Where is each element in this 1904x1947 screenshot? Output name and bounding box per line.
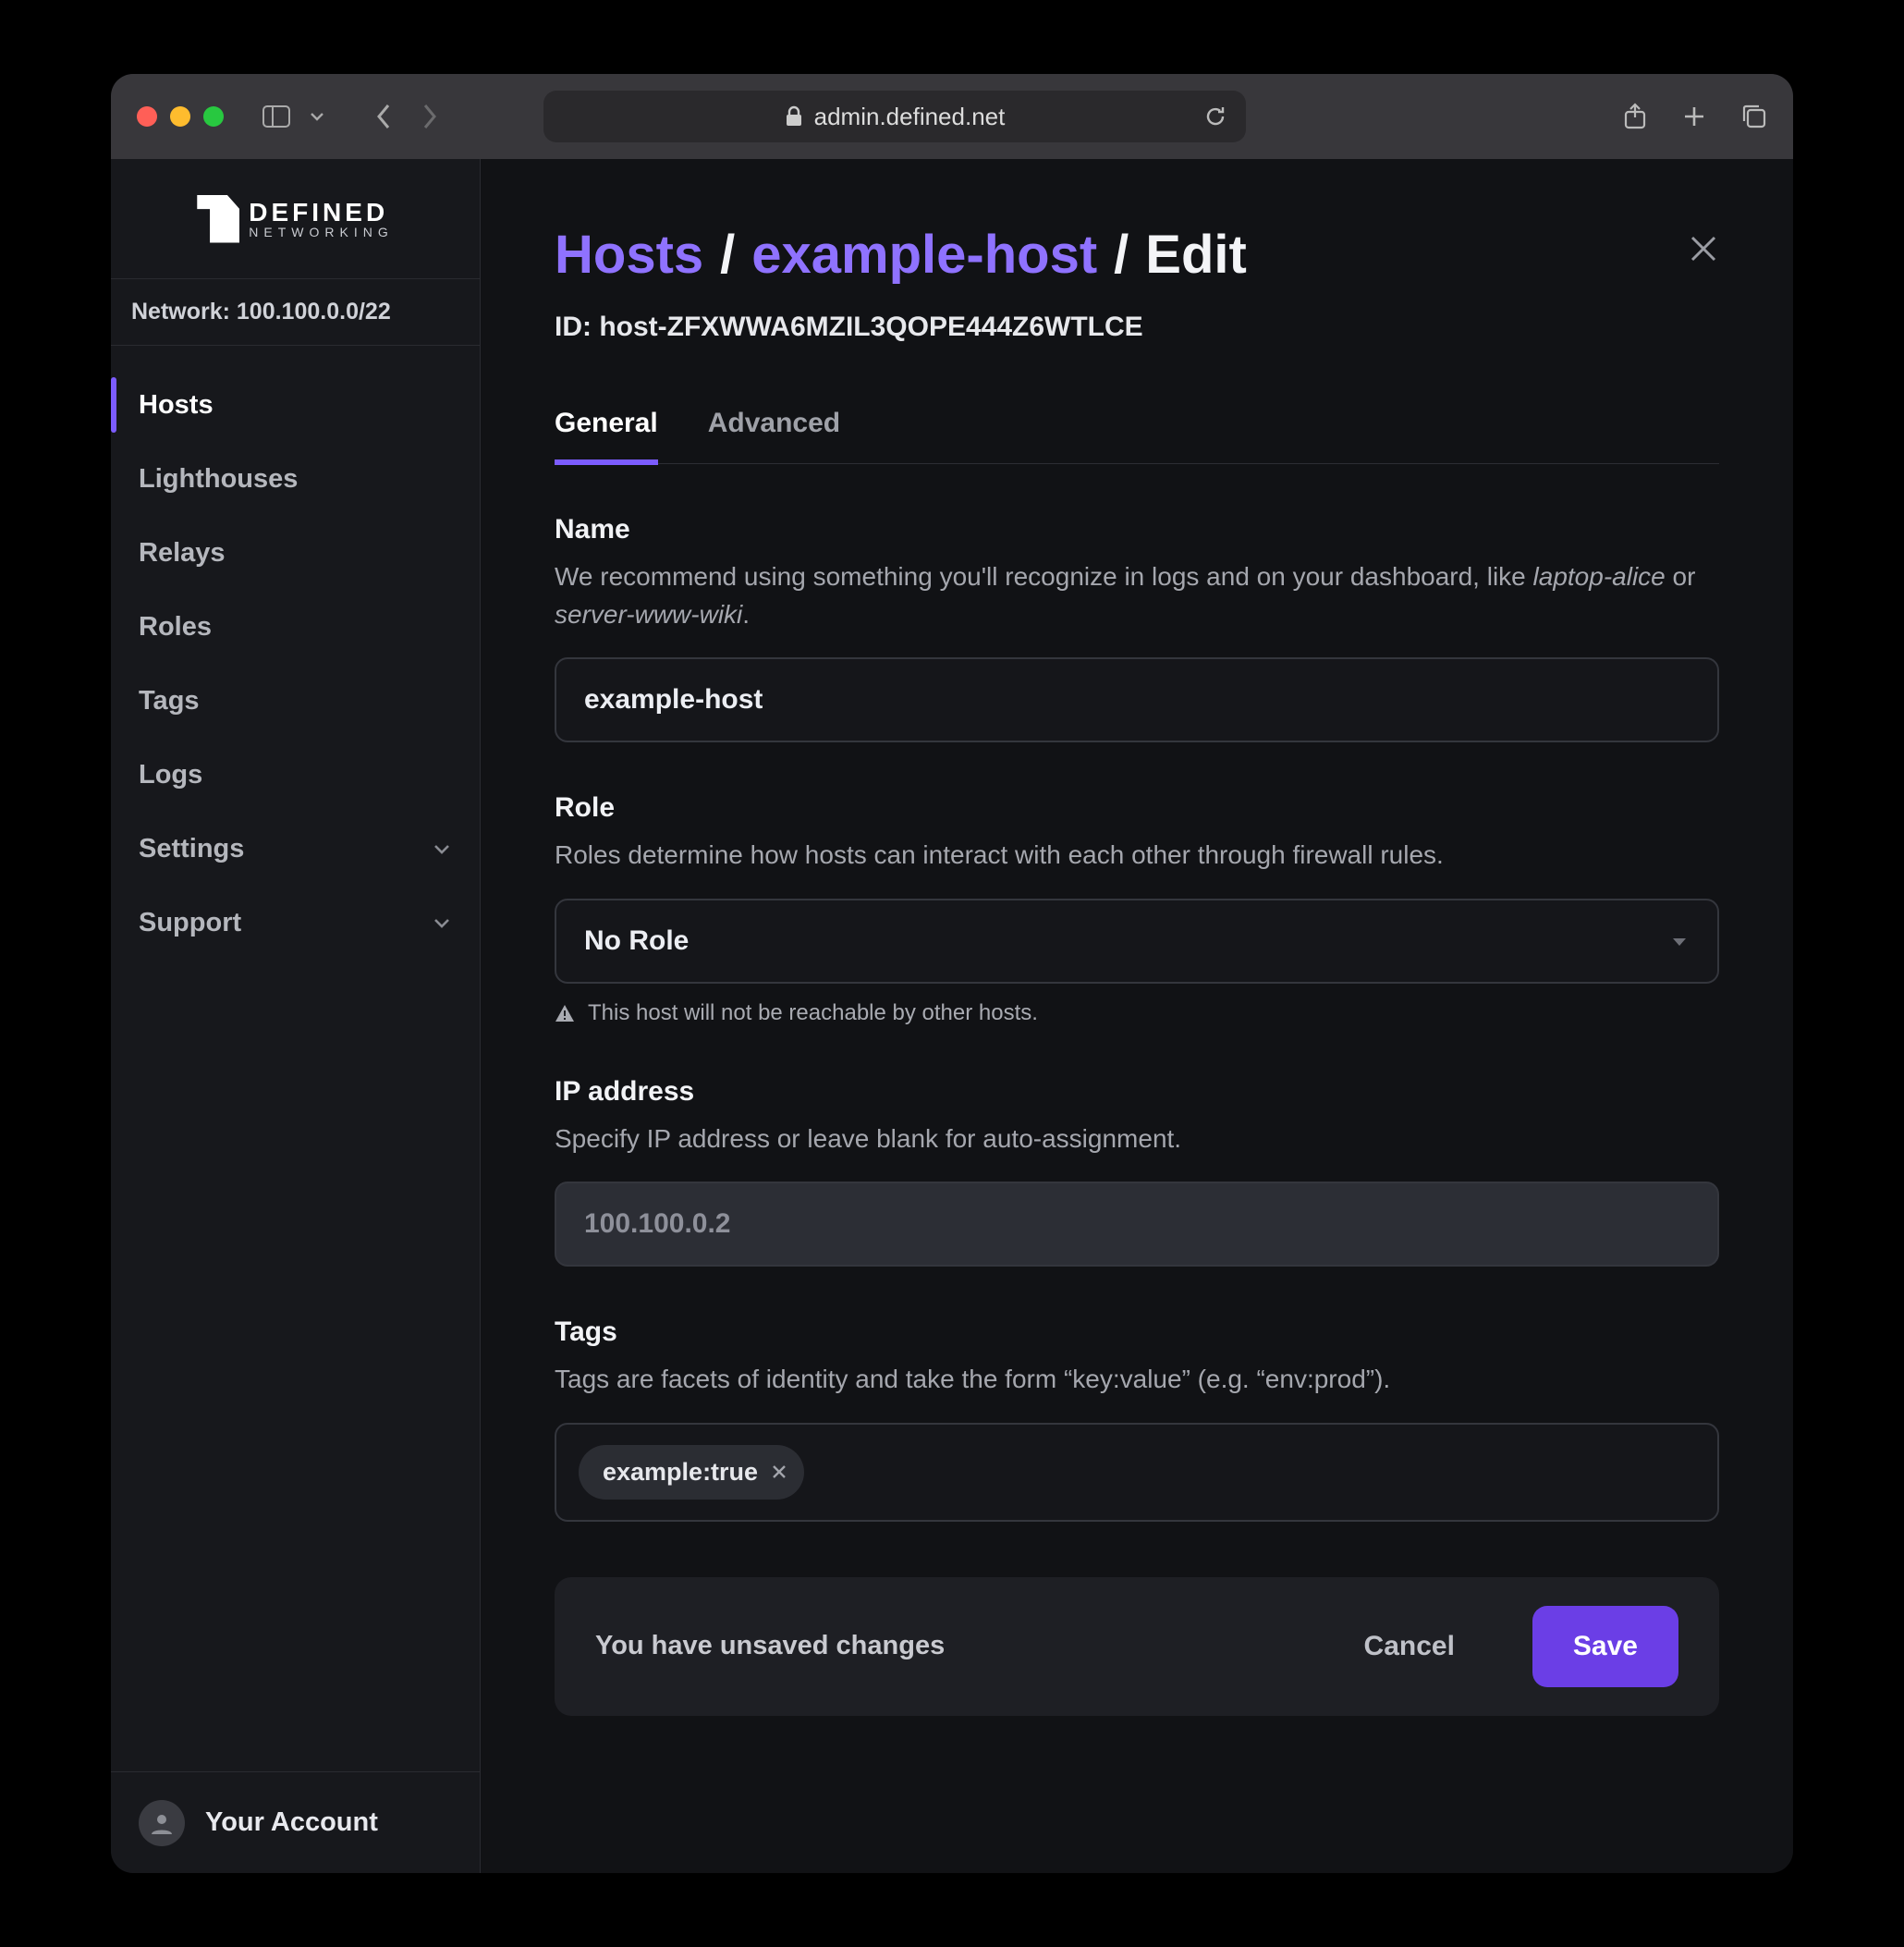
account-label: Your Account: [205, 1807, 378, 1838]
tab-label: General: [555, 408, 658, 438]
field-label: IP address: [555, 1076, 1719, 1108]
reload-icon[interactable]: [1203, 104, 1227, 129]
sidebar-item-label: Hosts: [139, 390, 214, 421]
sidebar-item-support[interactable]: Support: [111, 886, 480, 960]
sidebar-item-roles[interactable]: Roles: [111, 590, 480, 664]
section-name: Name We recommend using something you'll…: [555, 514, 1719, 742]
back-button[interactable]: [375, 103, 394, 130]
sidebar-item-lighthouses[interactable]: Lighthouses: [111, 442, 480, 516]
share-icon[interactable]: [1623, 103, 1647, 130]
field-hint: We recommend using something you'll reco…: [555, 558, 1719, 633]
sidebar-item-label: Logs: [139, 760, 202, 790]
sidebar-item-tags[interactable]: Tags: [111, 664, 480, 738]
section-role: Role Roles determine how hosts can inter…: [555, 792, 1719, 1026]
breadcrumb-sep: /: [720, 224, 735, 286]
breadcrumb: Hosts / example-host / Edit: [555, 224, 1719, 286]
sidebar: DEFINED NETWORKING Network: 100.100.0.0/…: [111, 159, 481, 1873]
avatar-icon: [139, 1800, 185, 1846]
field-label: Tags: [555, 1316, 1719, 1348]
tab-advanced[interactable]: Advanced: [708, 408, 840, 463]
role-selected-value: No Role: [584, 925, 689, 957]
close-window-button[interactable]: [137, 106, 157, 127]
browser-window: admin.defined.net DEFINED NETWO: [111, 74, 1793, 1873]
field-hint: Tags are facets of identity and take the…: [555, 1361, 1719, 1399]
brand-subname: NETWORKING: [249, 226, 393, 239]
save-button[interactable]: Save: [1532, 1606, 1678, 1687]
warning-icon: [555, 1004, 575, 1022]
minimize-window-button[interactable]: [170, 106, 190, 127]
new-tab-icon[interactable]: [1682, 103, 1706, 130]
browser-chrome: admin.defined.net: [111, 74, 1793, 159]
ip-input: [555, 1182, 1719, 1267]
sidebar-item-logs[interactable]: Logs: [111, 738, 480, 812]
brand-logo[interactable]: DEFINED NETWORKING: [111, 159, 480, 279]
unsaved-changes-bar: You have unsaved changes Cancel Save: [555, 1577, 1719, 1716]
role-warning: This host will not be reachable by other…: [555, 1000, 1719, 1026]
network-selector[interactable]: Network: 100.100.0.0/22: [111, 279, 480, 346]
close-panel-button[interactable]: [1688, 233, 1719, 264]
breadcrumb-root[interactable]: Hosts: [555, 224, 703, 286]
tabs: General Advanced: [555, 408, 1719, 464]
breadcrumb-sep: /: [1114, 224, 1129, 286]
role-select[interactable]: No Role: [555, 899, 1719, 984]
breadcrumb-action: Edit: [1145, 224, 1247, 286]
sidebar-item-label: Roles: [139, 612, 212, 643]
cancel-button[interactable]: Cancel: [1324, 1606, 1495, 1687]
tab-overview-icon[interactable]: [1741, 103, 1767, 130]
remove-tag-icon[interactable]: [771, 1463, 787, 1480]
sidebar-nav: Hosts Lighthouses Relays Roles Tags Logs: [111, 346, 480, 1771]
window-controls: [137, 106, 224, 127]
warning-text: This host will not be reachable by other…: [588, 1000, 1038, 1026]
section-tags: Tags Tags are facets of identity and tak…: [555, 1316, 1719, 1522]
tags-input[interactable]: example:true: [555, 1423, 1719, 1522]
maximize-window-button[interactable]: [203, 106, 224, 127]
section-ip: IP address Specify IP address or leave b…: [555, 1076, 1719, 1267]
sidebar-item-label: Relays: [139, 538, 226, 569]
forward-button[interactable]: [420, 103, 438, 130]
host-id: ID: host-ZFXWWA6MZIL3QOPE444Z6WTLCE: [555, 312, 1719, 343]
tab-general[interactable]: General: [555, 408, 658, 465]
name-input[interactable]: [555, 657, 1719, 742]
tab-list-dropdown-icon[interactable]: [309, 108, 325, 125]
brand-name: DEFINED: [249, 200, 393, 226]
sidebar-item-label: Tags: [139, 686, 200, 716]
field-hint: Specify IP address or leave blank for au…: [555, 1120, 1719, 1158]
chevron-down-icon: [432, 912, 452, 933]
sidebar-item-label: Support: [139, 908, 241, 938]
unsaved-message: You have unsaved changes: [595, 1631, 945, 1661]
sidebar-item-relays[interactable]: Relays: [111, 516, 480, 590]
field-label: Name: [555, 514, 1719, 545]
tab-label: Advanced: [708, 408, 840, 438]
address-bar-text: admin.defined.net: [814, 103, 1006, 131]
app-body: DEFINED NETWORKING Network: 100.100.0.0/…: [111, 159, 1793, 1873]
breadcrumb-host[interactable]: example-host: [751, 224, 1097, 286]
sidebar-toggle-icon[interactable]: [262, 105, 290, 128]
chevron-down-icon: [432, 839, 452, 859]
brand-mark-icon: [197, 195, 239, 243]
tag-chip: example:true: [579, 1445, 804, 1500]
sidebar-item-hosts[interactable]: Hosts: [111, 368, 480, 442]
field-hint: Roles determine how hosts can interact w…: [555, 837, 1719, 875]
caret-down-icon: [1669, 931, 1690, 951]
account-menu[interactable]: Your Account: [111, 1771, 480, 1873]
address-bar[interactable]: admin.defined.net: [543, 91, 1246, 142]
sidebar-item-label: Lighthouses: [139, 464, 298, 495]
lock-icon: [785, 105, 803, 128]
field-label: Role: [555, 792, 1719, 824]
network-label: Network: 100.100.0.0/22: [131, 299, 391, 325]
sidebar-item-label: Settings: [139, 834, 244, 864]
tag-chip-label: example:true: [603, 1458, 758, 1487]
sidebar-item-settings[interactable]: Settings: [111, 812, 480, 886]
main-content: Hosts / example-host / Edit ID: host-ZFX…: [481, 159, 1793, 1873]
